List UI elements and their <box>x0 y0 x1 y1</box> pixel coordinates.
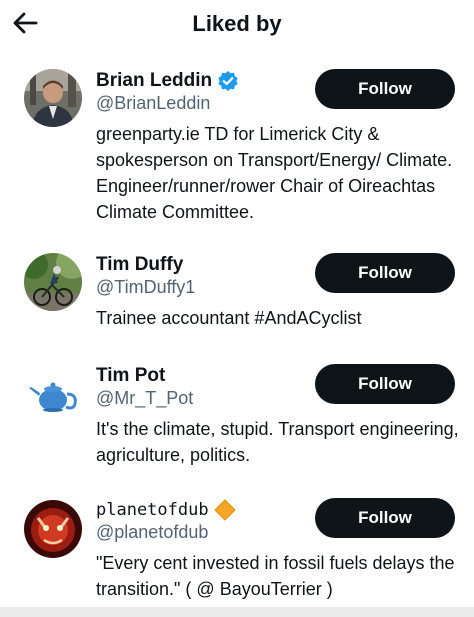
follow-button[interactable]: Follow <box>315 364 455 404</box>
display-name[interactable]: Tim Duffy <box>96 254 183 276</box>
user-bio: Trainee accountant #AndACyclist <box>96 308 362 328</box>
user-handle: @BrianLeddin <box>96 93 211 113</box>
name-row: planetofdub <box>96 498 236 522</box>
verified-badge-icon <box>217 70 239 92</box>
display-name[interactable]: Brian Leddin <box>96 70 212 92</box>
avatar[interactable] <box>24 364 82 422</box>
name-row: Brian Leddin <box>96 69 239 93</box>
header: Liked by <box>0 0 474 48</box>
user-row-brian-leddin[interactable]: Brian Leddin @BrianLeddin greenparty.ie … <box>0 69 474 222</box>
avatar[interactable] <box>24 500 82 558</box>
follow-button[interactable]: Follow <box>315 69 455 109</box>
user-row-tim-pot[interactable]: Tim Pot @Mr_T_Pot It's the climate, stup… <box>0 364 474 465</box>
page-title: Liked by <box>192 11 282 36</box>
name-row: Tim Pot <box>96 364 165 388</box>
user-row-tim-duffy[interactable]: Tim Duffy @TimDuffy1 Trainee accountant … <box>0 253 474 333</box>
display-name[interactable]: planetofdub <box>96 500 209 520</box>
follow-button[interactable]: Follow <box>315 498 455 538</box>
avatar[interactable] <box>24 253 82 311</box>
user-handle: @TimDuffy1 <box>96 277 196 297</box>
bottom-divider <box>0 607 474 617</box>
user-handle: @Mr_T_Pot <box>96 388 194 408</box>
user-bio: "Every cent invested in fossil fuels del… <box>96 553 455 599</box>
avatar[interactable] <box>24 69 82 127</box>
display-name[interactable]: Tim Pot <box>96 365 165 387</box>
name-row: Tim Duffy <box>96 253 183 277</box>
follow-button[interactable]: Follow <box>315 253 455 293</box>
orange-diamond-icon <box>213 499 236 521</box>
user-handle: @planetofdub <box>96 522 209 542</box>
user-bio: greenparty.ie TD for Limerick City & spo… <box>96 124 453 222</box>
user-row-planetofdub[interactable]: planetofdub @planetofdub "Every cent inv… <box>0 498 474 599</box>
user-bio: It's the climate, stupid. Transport engi… <box>96 419 459 465</box>
